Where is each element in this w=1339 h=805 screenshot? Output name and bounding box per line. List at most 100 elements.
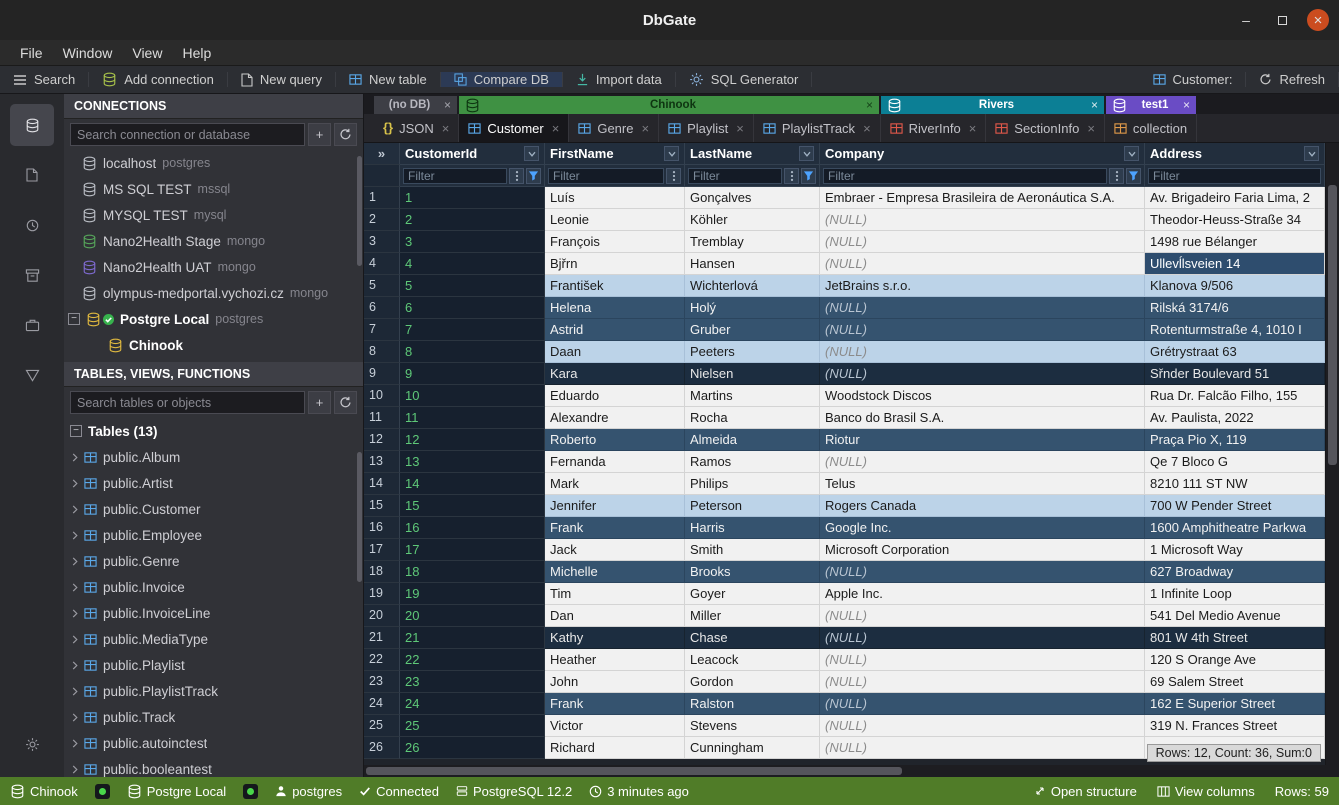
cell[interactable]: 1600 Amphitheatre Parkwa xyxy=(1145,517,1325,539)
status-rows-59[interactable]: Rows: 59 xyxy=(1275,784,1329,799)
cell[interactable]: Ullevĺlsveien 14 xyxy=(1145,253,1325,275)
cell[interactable]: Mark xyxy=(545,473,685,495)
column-header-address[interactable]: Address xyxy=(1145,143,1325,165)
chevron-right-icon[interactable] xyxy=(72,661,78,670)
cell-customerid[interactable]: 11 xyxy=(400,407,545,429)
cell[interactable]: Heather xyxy=(545,649,685,671)
row-number[interactable]: 10 xyxy=(364,385,400,407)
close-icon[interactable]: × xyxy=(1087,121,1095,136)
toolbar-search[interactable]: Search xyxy=(0,72,89,87)
close-icon[interactable]: × xyxy=(866,98,873,112)
cell[interactable]: (NULL) xyxy=(820,341,1145,363)
row-number[interactable]: 25 xyxy=(364,715,400,737)
connections-scrollbar[interactable] xyxy=(357,156,362,266)
rail-files[interactable] xyxy=(10,154,54,196)
funnel-icon[interactable] xyxy=(1126,168,1141,184)
cell[interactable]: Philips xyxy=(685,473,820,495)
cell[interactable]: Peterson xyxy=(685,495,820,517)
table-public-playlisttrack[interactable]: public.PlaylistTrack xyxy=(64,678,363,704)
menu-file[interactable]: File xyxy=(10,43,53,63)
table-public-artist[interactable]: public.Artist xyxy=(64,470,363,496)
vertical-scrollbar[interactable] xyxy=(1325,143,1339,765)
status-postgres[interactable]: postgres xyxy=(275,784,342,799)
row-number[interactable]: 21 xyxy=(364,627,400,649)
cell[interactable]: Grétrystraat 63 xyxy=(1145,341,1325,363)
status-indicator[interactable] xyxy=(243,784,258,799)
tables-group[interactable]: − Tables (13) xyxy=(64,418,363,444)
row-number[interactable]: 4 xyxy=(364,253,400,275)
row-number[interactable]: 7 xyxy=(364,319,400,341)
cell[interactable]: (NULL) xyxy=(820,715,1145,737)
chevron-right-icon[interactable] xyxy=(72,557,78,566)
cell[interactable]: Microsoft Corporation xyxy=(820,539,1145,561)
cell[interactable]: (NULL) xyxy=(820,649,1145,671)
cell[interactable]: Eduardo xyxy=(545,385,685,407)
cell[interactable]: Rogers Canada xyxy=(820,495,1145,517)
cell[interactable]: 120 S Orange Ave xyxy=(1145,649,1325,671)
row-number[interactable]: 16 xyxy=(364,517,400,539)
close-icon[interactable]: × xyxy=(1091,98,1098,112)
status-connected[interactable]: Connected xyxy=(359,784,439,799)
cell[interactable]: (NULL) xyxy=(820,209,1145,231)
cell-customerid[interactable]: 7 xyxy=(400,319,545,341)
chevron-right-icon[interactable] xyxy=(72,531,78,540)
chevron-right-icon[interactable] xyxy=(72,739,78,748)
status-indicator[interactable] xyxy=(95,784,110,799)
tables-search-input[interactable] xyxy=(70,391,305,414)
tab-customer[interactable]: Customer× xyxy=(459,114,569,142)
tab-genre[interactable]: Genre× xyxy=(569,114,659,142)
table-public-autoinctest[interactable]: public.autoinctest xyxy=(64,730,363,756)
cell[interactable]: Qe 7 Bloco G xyxy=(1145,451,1325,473)
cell[interactable]: Miller xyxy=(685,605,820,627)
tab-playlisttrack[interactable]: PlaylistTrack× xyxy=(754,114,881,142)
filter-menu-dots-icon[interactable] xyxy=(509,168,524,184)
chevron-right-icon[interactable] xyxy=(72,713,78,722)
connection-nano2health-uat[interactable]: Nano2Health UATmongo xyxy=(64,254,363,280)
chevron-right-icon[interactable] xyxy=(72,635,78,644)
status-postgre-local[interactable]: Postgre Local xyxy=(127,784,227,799)
status-view-columns[interactable]: View columns xyxy=(1157,784,1255,799)
cell[interactable]: Ramos xyxy=(685,451,820,473)
cell-customerid[interactable]: 14 xyxy=(400,473,545,495)
row-number[interactable]: 12 xyxy=(364,429,400,451)
row-number[interactable]: 17 xyxy=(364,539,400,561)
cell-customerid[interactable]: 19 xyxy=(400,583,545,605)
cell[interactable]: (NULL) xyxy=(820,253,1145,275)
cell[interactable]: Michelle xyxy=(545,561,685,583)
cell[interactable]: Praça Pio X, 119 xyxy=(1145,429,1325,451)
row-number[interactable]: 13 xyxy=(364,451,400,473)
cell[interactable]: (NULL) xyxy=(820,363,1145,385)
filter-input-lastname[interactable] xyxy=(688,168,782,184)
cell[interactable]: (NULL) xyxy=(820,671,1145,693)
cell[interactable]: Köhler xyxy=(685,209,820,231)
row-number[interactable]: 20 xyxy=(364,605,400,627)
cell[interactable]: Frank xyxy=(545,693,685,715)
collapse-icon[interactable]: − xyxy=(70,425,82,437)
chevron-right-icon[interactable] xyxy=(72,479,78,488)
grid-corner-button[interactable]: » xyxy=(364,143,400,165)
rail-history[interactable] xyxy=(10,204,54,246)
connection-postgre-local[interactable]: −Postgre Localpostgres xyxy=(64,306,363,332)
connection-mysql-test[interactable]: MYSQL TESTmysql xyxy=(64,202,363,228)
tab-group-no-db[interactable]: (no DB)× xyxy=(374,96,459,114)
cell-customerid[interactable]: 18 xyxy=(400,561,545,583)
tab-group-rivers[interactable]: Rivers× xyxy=(881,96,1106,114)
cell-customerid[interactable]: 2 xyxy=(400,209,545,231)
cell[interactable]: František xyxy=(545,275,685,297)
chevron-right-icon[interactable] xyxy=(72,453,78,462)
cell[interactable]: (NULL) xyxy=(820,561,1145,583)
filter-menu-dots-icon[interactable] xyxy=(666,168,681,184)
chevron-right-icon[interactable] xyxy=(72,765,78,774)
row-number[interactable]: 19 xyxy=(364,583,400,605)
chevron-down-icon[interactable] xyxy=(799,146,814,161)
cell[interactable]: Hansen xyxy=(685,253,820,275)
column-header-company[interactable]: Company xyxy=(820,143,1145,165)
cell[interactable]: Theodor-Heuss-Straße 34 xyxy=(1145,209,1325,231)
maximize-button[interactable] xyxy=(1271,9,1293,31)
cell[interactable]: JetBrains s.r.o. xyxy=(820,275,1145,297)
cell[interactable]: Ralston xyxy=(685,693,820,715)
cell[interactable]: Riotur xyxy=(820,429,1145,451)
cell[interactable]: Rocha xyxy=(685,407,820,429)
collapse-icon[interactable]: − xyxy=(68,313,80,325)
cell[interactable]: Peeters xyxy=(685,341,820,363)
